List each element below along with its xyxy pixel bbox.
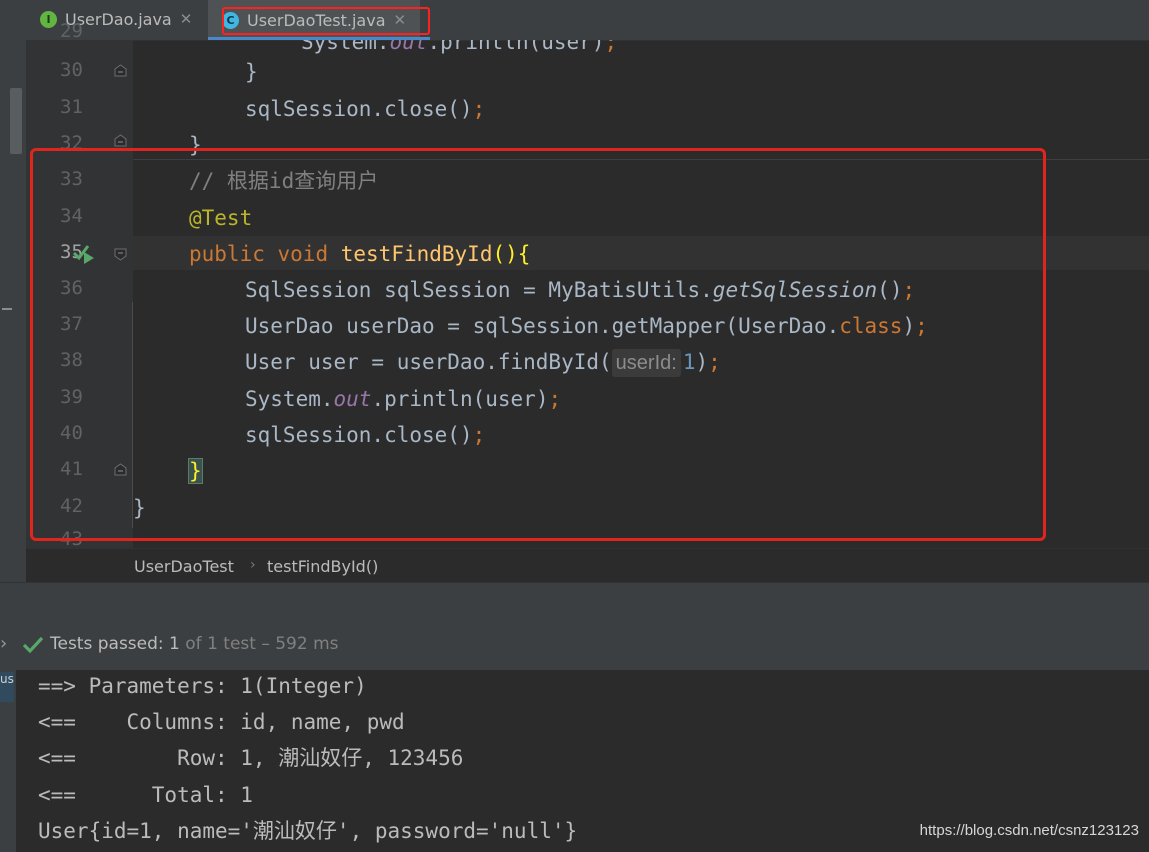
check-icon [22,635,44,655]
breadcrumb-separator-icon: › [250,557,256,573]
test-status: Tests passed: 1 of 1 test – 592 ms [50,634,339,654]
line-number: 29 [60,20,83,42]
scrollbar-thumb[interactable] [10,88,22,154]
console-side-tab[interactable]: us [0,672,14,702]
tab-bar-left-spacer [0,0,26,40]
code-line-29: System.out.println(user); [301,40,618,54]
fold-marker-icon[interactable] [114,64,127,77]
code-line-31: sqlSession.close(); [245,97,486,121]
interface-icon: I [40,10,57,28]
breadcrumb: UserDaoTest › testFindById() [26,548,1149,583]
line-number: 30 [60,59,83,81]
left-tool-strip [0,40,26,582]
watermark: https://blog.csdn.net/csnz123123 [919,822,1139,839]
fold-marker-icon[interactable] [114,134,127,147]
chevron-right-icon[interactable]: › [0,633,7,654]
code-line-30: } [245,60,258,84]
line-number: 31 [60,96,83,118]
tab-highlight-annotation [222,7,430,35]
breadcrumb-method[interactable]: testFindById() [267,557,378,576]
breadcrumb-class[interactable]: UserDaoTest [134,557,234,576]
close-icon[interactable]: ✕ [180,10,193,28]
console-line: <== Total: 1 [38,783,253,807]
console-line: ==> Parameters: 1(Integer) [38,674,367,698]
console-line: <== Columns: id, name, pwd [38,710,405,734]
run-panel-header: › Tests passed: 1 of 1 test – 592 ms [0,582,1149,671]
console-line: <== Row: 1, 潮汕奴仔, 123456 [38,746,464,770]
console-line: User{id=1, name='潮汕奴仔', password='null'} [38,819,578,843]
code-highlight-annotation [30,148,1046,541]
collapse-icon[interactable] [2,308,12,310]
